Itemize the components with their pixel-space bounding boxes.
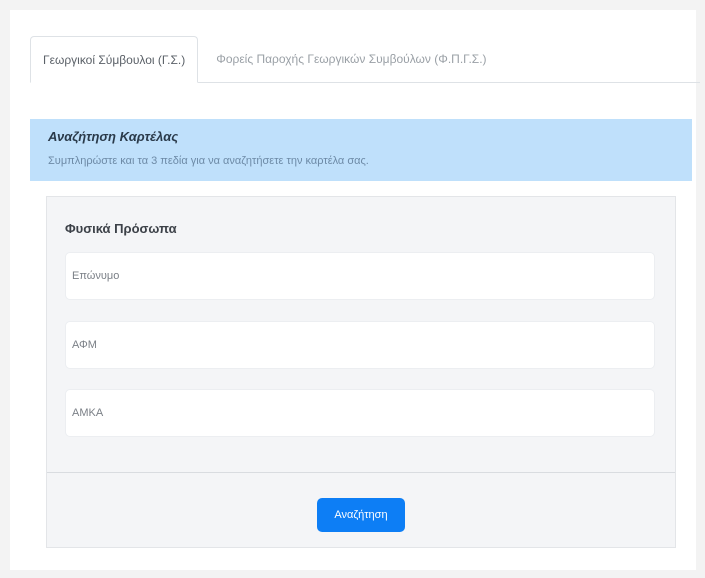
- afm-input[interactable]: [65, 321, 655, 369]
- tab-advisor-providers[interactable]: Φορείς Παροχής Γεωργικών Συμβούλων (Φ.Π.…: [204, 36, 498, 82]
- amka-input[interactable]: [65, 389, 655, 437]
- banner-title: Αναζήτηση Καρτέλας: [48, 129, 179, 144]
- page-container: Γεωργικοί Σύμβουλοι (Γ.Σ.) Φορείς Παροχή…: [10, 10, 700, 570]
- info-banner: Αναζήτηση Καρτέλας Συμπληρώστε και τα 3 …: [30, 119, 692, 181]
- search-button[interactable]: Αναζήτηση: [317, 497, 405, 532]
- surname-input[interactable]: [65, 252, 655, 300]
- section-title: Φυσικά Πρόσωπα: [65, 221, 177, 236]
- card-footer: Αναζήτηση: [47, 472, 675, 548]
- banner-text: Συμπληρώστε και τα 3 πεδία για να αναζητ…: [48, 155, 369, 167]
- search-form-card: Φυσικά Πρόσωπα Αναζήτηση: [46, 196, 676, 548]
- tab-bar: Γεωργικοί Σύμβουλοι (Γ.Σ.) Φορείς Παροχή…: [30, 36, 700, 83]
- tab-agricultural-advisors[interactable]: Γεωργικοί Σύμβουλοι (Γ.Σ.): [30, 36, 199, 83]
